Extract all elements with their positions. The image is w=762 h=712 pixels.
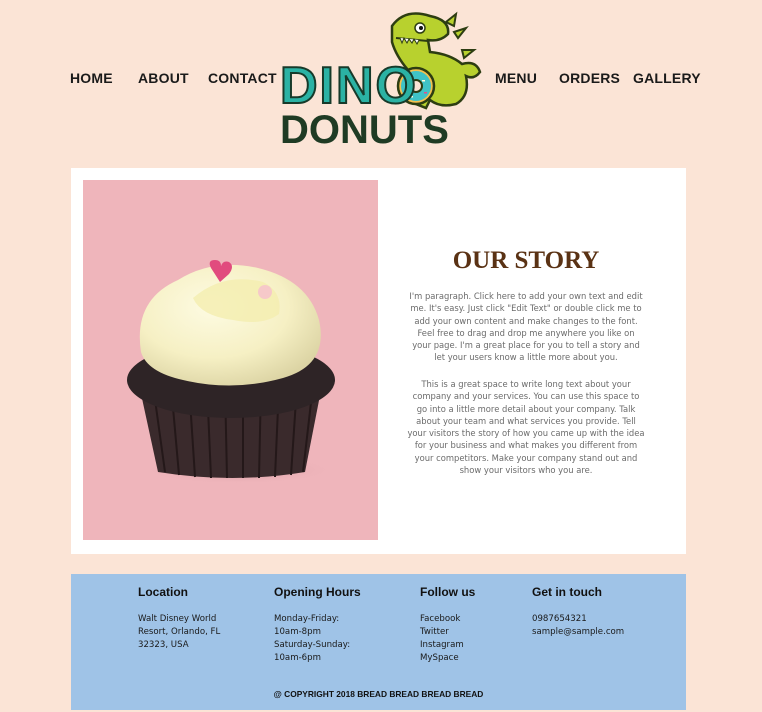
footer-heading-contact: Get in touch xyxy=(532,585,602,599)
logo-line-donuts: DONUTS xyxy=(280,108,449,152)
nav-contact[interactable]: CONTACT xyxy=(208,70,277,86)
site-footer: Location Walt Disney World Resort, Orlan… xyxy=(71,574,686,710)
social-link-myspace[interactable]: MySpace xyxy=(420,653,459,663)
copyright-text: @ COPYRIGHT 2018 BREAD BREAD BREAD BREAD xyxy=(273,689,484,699)
nav-about[interactable]: ABOUT xyxy=(138,70,189,86)
nav-gallery[interactable]: GALLERY xyxy=(633,70,701,86)
hours-line: Saturday-Sunday: xyxy=(274,640,351,650)
footer-heading-hours: Opening Hours xyxy=(274,585,361,599)
hours-line: 10am-6pm xyxy=(274,653,321,663)
cupcake-photo xyxy=(83,180,378,540)
contact-phone: 0987654321 xyxy=(532,614,587,624)
social-link-twitter[interactable]: Twitter xyxy=(420,627,449,637)
social-link-facebook[interactable]: Facebook xyxy=(420,614,460,624)
footer-heading-follow: Follow us xyxy=(420,585,476,599)
story-section: OUR STORY I'm paragraph. Click here to a… xyxy=(71,168,686,554)
logo-line-dino: DINO xyxy=(279,57,418,115)
nav-home[interactable]: HOME xyxy=(70,70,113,86)
location-line: Walt Disney World xyxy=(138,614,217,624)
cupcake-icon xyxy=(127,260,335,484)
hours-line: 10am-8pm xyxy=(274,627,321,637)
story-title: OUR STORY xyxy=(452,246,600,274)
logo-wordmark: DINO DONUTS xyxy=(279,57,486,152)
hours-line: Monday-Friday: xyxy=(274,614,340,624)
story-paragraph-1: I'm paragraph. Click here to add your ow… xyxy=(409,291,643,363)
nav-menu[interactable]: MENU xyxy=(495,70,537,86)
contact-email-link[interactable]: sample@sample.com xyxy=(532,627,624,637)
location-line: Resort, Orlando, FL xyxy=(138,627,221,637)
social-link-instagram[interactable]: Instagram xyxy=(420,640,464,650)
location-line: 32323, USA xyxy=(138,640,189,650)
footer-heading-location: Location xyxy=(138,585,188,599)
site-logo[interactable]: DINO DONUTS xyxy=(279,8,486,152)
nav-orders[interactable]: ORDERS xyxy=(559,70,620,86)
story-paragraph-2: This is a great space to write long text… xyxy=(407,379,645,476)
